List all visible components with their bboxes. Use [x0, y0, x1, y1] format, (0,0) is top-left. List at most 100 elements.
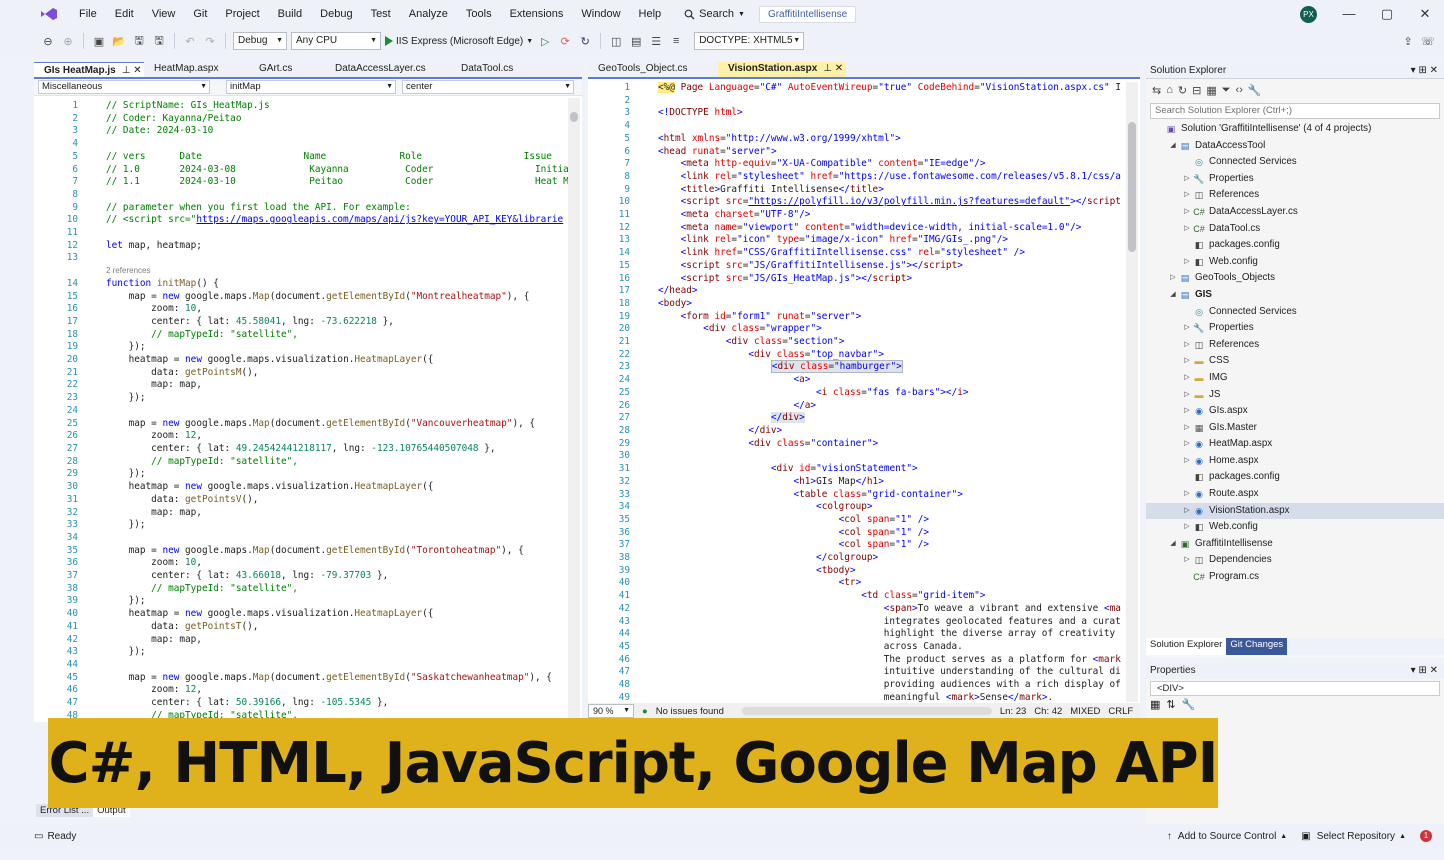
refresh-icon[interactable]: ↻ — [577, 33, 593, 49]
tab-gis-heatmap-js[interactable]: GIs HeatMap.js ⊥ ✕ — [34, 62, 144, 77]
menu-debug[interactable]: Debug — [311, 0, 361, 28]
collapsed-icon[interactable]: ▷ — [1182, 403, 1192, 420]
member-select[interactable]: initMap ▼ — [226, 80, 396, 94]
collapsed-icon[interactable]: ▷ — [1182, 552, 1192, 569]
collapsed-icon[interactable]: ▷ — [1182, 370, 1192, 387]
collapsed-icon[interactable]: ▷ — [1182, 353, 1192, 370]
tree-item[interactable]: ◢ ▣ GraffitiIntellisense — [1146, 536, 1444, 553]
tree-item[interactable]: ▷ ◉ HeatMap.aspx — [1146, 436, 1444, 453]
run-button[interactable]: IIS Express (Microsoft Edge) ▼ — [385, 36, 533, 47]
doctype-select[interactable]: DOCTYPE: XHTML5 ▼ — [694, 32, 805, 50]
menu-project[interactable]: Project — [216, 0, 268, 28]
tab-gart-cs[interactable]: GArt.cs — [249, 62, 325, 77]
eol-indicator[interactable]: CRLF — [1108, 706, 1133, 717]
add-to-source-control-button[interactable]: Add to Source Control — [1178, 831, 1276, 842]
tree-item[interactable]: ▷ ◉ Home.aspx — [1146, 453, 1444, 470]
tree-item[interactable]: C# Program.cs — [1146, 569, 1444, 586]
browser-link-icon[interactable]: ◫ — [608, 33, 624, 49]
alphabetical-icon[interactable]: ⇅ — [1166, 698, 1175, 711]
tab-dataaccesslayer-cs[interactable]: DataAccessLayer.cs — [325, 62, 451, 77]
feedback-icon[interactable]: ☏ — [1420, 33, 1436, 49]
collapsed-icon[interactable]: ▷ — [1168, 270, 1178, 287]
code-view-icon[interactable]: ‹› — [1236, 84, 1243, 96]
vertical-scrollbar[interactable] — [568, 98, 580, 718]
collapsed-icon[interactable]: ▷ — [1182, 453, 1192, 470]
code-text[interactable]: // ScriptName: GIs_HeatMap.js // Coder: … — [106, 100, 580, 722]
line-indicator[interactable]: Ln: 23 — [1000, 706, 1026, 717]
tree-item[interactable]: ◢ ▤ DataAccessTool — [1146, 138, 1444, 155]
collapsed-icon[interactable]: ▷ — [1182, 420, 1192, 437]
save-icon[interactable]: 🖫 — [131, 33, 147, 49]
format-icon[interactable]: ☰ — [648, 33, 664, 49]
tree-item[interactable]: ▷ ◧ Web.config — [1146, 519, 1444, 536]
search-box[interactable]: Search ▼ — [676, 8, 753, 20]
tree-item[interactable]: ▷ ◉ GIs.aspx — [1146, 403, 1444, 420]
sync-icon[interactable]: ⇆ — [1152, 84, 1161, 97]
mode-indicator[interactable]: MIXED — [1070, 706, 1100, 717]
solution-search-input[interactable]: Search Solution Explorer (Ctrl+;) — [1150, 103, 1440, 119]
tab-geotools-object-cs[interactable]: GeoTools_Object.cs — [588, 62, 718, 77]
tree-item[interactable]: ▷ ▬ IMG — [1146, 370, 1444, 387]
tree-item[interactable]: ▷ C# DataAccessLayer.cs — [1146, 204, 1444, 221]
menu-tools[interactable]: Tools — [457, 0, 501, 28]
tree-item[interactable]: ◢ ▤ GIS — [1146, 287, 1444, 304]
back-icon[interactable]: ⊖ — [40, 33, 56, 49]
tree-item[interactable]: ▣ Solution 'GraffitiIntellisense' (4 of 4… — [1146, 121, 1444, 138]
menu-analyze[interactable]: Analyze — [400, 0, 457, 28]
menu-extensions[interactable]: Extensions — [501, 0, 573, 28]
refresh-icon[interactable]: ↻ — [1178, 84, 1187, 97]
collapsed-icon[interactable]: ▷ — [1182, 503, 1192, 520]
collapsed-icon[interactable]: ▷ — [1182, 187, 1192, 204]
menu-file[interactable]: File — [70, 0, 106, 28]
maximize-icon[interactable]: ▢ — [1372, 4, 1402, 24]
collapsed-icon[interactable]: ▷ — [1182, 254, 1192, 271]
close-icon[interactable]: ✕ — [1410, 4, 1440, 24]
tree-item[interactable]: ▷ ▬ CSS — [1146, 353, 1444, 370]
project-name[interactable]: GraffitiIntellisense — [758, 5, 857, 23]
comment-icon[interactable]: ≡ — [668, 33, 684, 49]
properties-object-select[interactable]: <DIV> — [1150, 681, 1440, 696]
new-project-icon[interactable]: ▣ — [91, 33, 107, 49]
tab-close-icon[interactable]: ⊥ ✕ — [823, 63, 843, 74]
expanded-icon[interactable]: ◢ — [1168, 138, 1178, 155]
tab-solution-explorer[interactable]: Solution Explorer — [1146, 638, 1227, 655]
wrench-icon[interactable]: 🔧 — [1182, 698, 1196, 711]
collapsed-icon[interactable]: ▷ — [1182, 436, 1192, 453]
start-without-debug-icon[interactable]: ▷ — [537, 33, 553, 49]
show-all-files-icon[interactable]: ▦ — [1206, 84, 1216, 97]
menu-help[interactable]: Help — [630, 0, 671, 28]
menu-view[interactable]: View — [143, 0, 185, 28]
tree-item[interactable]: ▷ ▤ GeoTools_Objects — [1146, 270, 1444, 287]
horizontal-scrollbar[interactable] — [741, 707, 992, 715]
tab-datatool-cs[interactable]: DataTool.cs — [451, 62, 534, 77]
filter-icon[interactable]: ⏷ — [1222, 84, 1231, 97]
issues-indicator[interactable]: No issues found — [656, 706, 724, 717]
collapsed-icon[interactable]: ▷ — [1182, 221, 1192, 238]
properties-icon[interactable]: 🔧 — [1248, 84, 1262, 97]
tree-item[interactable]: ▷ 🔧 Properties — [1146, 320, 1444, 337]
layout-icon[interactable]: ▤ — [628, 33, 644, 49]
tree-item[interactable]: ◧ packages.config — [1146, 469, 1444, 486]
tree-item[interactable]: ▷ ◫ Dependencies — [1146, 552, 1444, 569]
scope-select[interactable]: Miscellaneous ▼ — [38, 80, 210, 94]
save-all-icon[interactable]: 🖫 — [151, 33, 167, 49]
tree-item[interactable]: ▷ 🔧 Properties — [1146, 171, 1444, 188]
menu-edit[interactable]: Edit — [106, 0, 143, 28]
tree-item[interactable]: ◎ Connected Services — [1146, 154, 1444, 171]
config-select[interactable]: Debug ▼ — [233, 32, 287, 50]
tree-item[interactable]: ▷ ◫ References — [1146, 187, 1444, 204]
column-indicator[interactable]: Ch: 42 — [1034, 706, 1062, 717]
avatar[interactable]: PX — [1300, 6, 1317, 23]
symbol-select[interactable]: center ▼ — [402, 80, 574, 94]
hot-reload-icon[interactable]: ⟳ — [557, 33, 573, 49]
tab-close-icon[interactable]: ⊥ ✕ — [122, 65, 142, 76]
select-repository-button[interactable]: Select Repository — [1317, 831, 1395, 842]
tree-item[interactable]: ◧ packages.config — [1146, 237, 1444, 254]
platform-select[interactable]: Any CPU ▼ — [291, 32, 381, 50]
tree-item[interactable]: ▷ ◫ References — [1146, 337, 1444, 354]
menu-git[interactable]: Git — [184, 0, 216, 28]
expanded-icon[interactable]: ◢ — [1168, 536, 1178, 553]
home-icon[interactable]: ⌂ — [1166, 84, 1173, 96]
collapsed-icon[interactable]: ▷ — [1182, 171, 1192, 188]
tree-item[interactable]: ▷ ▦ GIs.Master — [1146, 420, 1444, 437]
